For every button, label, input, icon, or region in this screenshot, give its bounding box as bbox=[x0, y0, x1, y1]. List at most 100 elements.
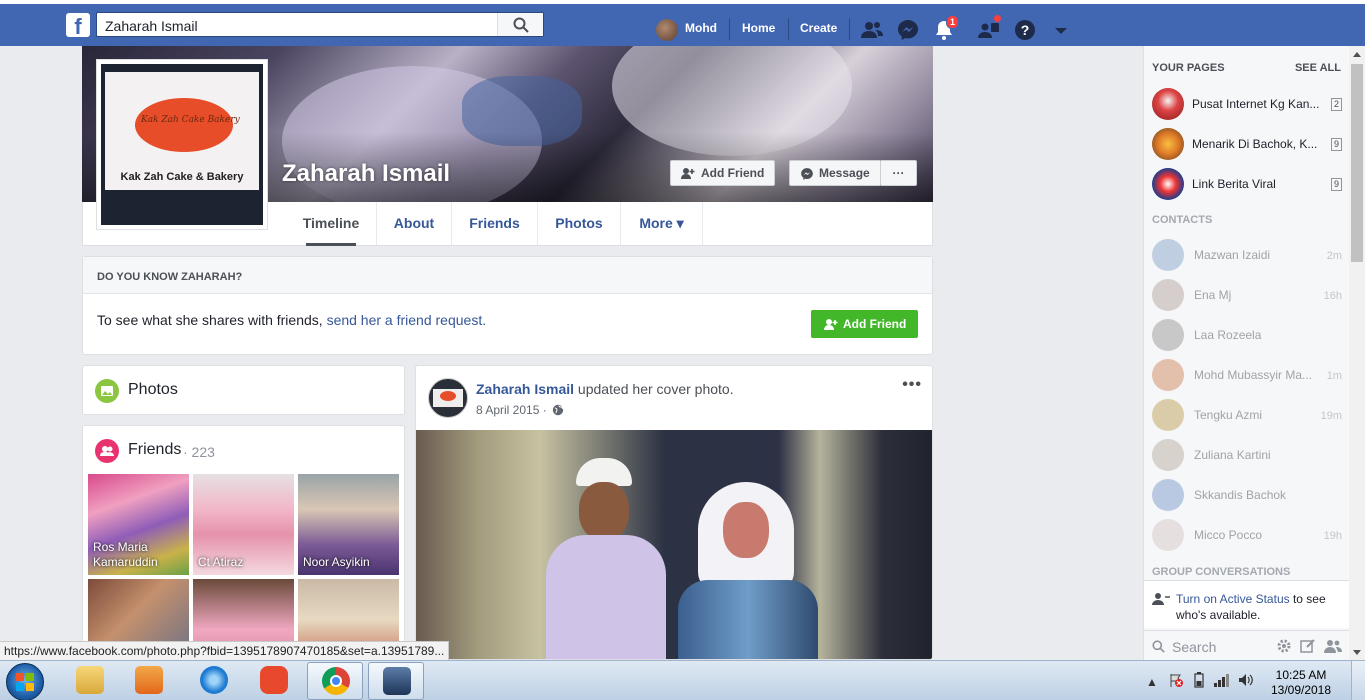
tab-friends-label: Friends bbox=[469, 215, 520, 231]
page-notification-count: 9 bbox=[1330, 178, 1342, 191]
profile-name[interactable]: Zaharah Ismail bbox=[282, 160, 450, 188]
chat-search-input[interactable]: Search bbox=[1144, 630, 1349, 660]
post-photo[interactable] bbox=[416, 430, 932, 659]
show-desktop-button[interactable] bbox=[1351, 661, 1365, 700]
photos-icon bbox=[95, 379, 119, 403]
nav-divider bbox=[788, 18, 789, 40]
contact-item[interactable]: Micco Pocco 19h bbox=[1152, 519, 1342, 551]
windows-start-button[interactable] bbox=[6, 663, 44, 700]
taskbar-chrome[interactable] bbox=[307, 662, 363, 700]
page-item[interactable]: Menarik Di Bachok, K... 9 bbox=[1152, 128, 1342, 160]
post-action: updated her cover photo. bbox=[574, 381, 734, 397]
add-friend-button[interactable]: Add Friend bbox=[670, 160, 775, 186]
friends-count: · 223 bbox=[183, 444, 215, 460]
turn-on-active-status-link[interactable]: Turn on Active Status bbox=[1176, 592, 1290, 606]
help-icon[interactable]: ? bbox=[1013, 18, 1037, 42]
friends-card-title[interactable]: Friends bbox=[128, 441, 181, 459]
battery-icon[interactable] bbox=[1194, 672, 1204, 688]
taskbar-media-player[interactable] bbox=[121, 662, 177, 700]
nav-divider bbox=[729, 18, 730, 40]
do-you-know-text: To see what she shares with friends, sen… bbox=[97, 312, 486, 328]
photo-woman-face bbox=[723, 502, 769, 558]
action-center-flag-icon[interactable] bbox=[1168, 672, 1184, 688]
do-you-know-header: DO YOU KNOW ZAHARAH? bbox=[83, 257, 932, 294]
friend-name[interactable]: Noor Asyikin bbox=[303, 555, 395, 570]
post-date-link[interactable]: 8 April 2015 · bbox=[476, 403, 547, 417]
post-author-link[interactable]: Zaharah Ismail bbox=[476, 381, 574, 397]
active-tab-indicator bbox=[306, 243, 356, 246]
contact-name: Zuliana Kartini bbox=[1194, 448, 1271, 462]
gear-icon[interactable] bbox=[1276, 638, 1292, 654]
message-button[interactable]: Message bbox=[789, 160, 881, 186]
contact-last-active: 16h bbox=[1323, 290, 1342, 302]
search-button[interactable] bbox=[497, 13, 543, 36]
taskbar-remote-desktop[interactable] bbox=[368, 662, 424, 700]
pages-feed-dot bbox=[993, 14, 1002, 23]
friend-tile[interactable]: Noor Asyikin bbox=[298, 474, 399, 575]
tab-about[interactable]: About bbox=[377, 202, 452, 245]
photos-card-title[interactable]: Photos bbox=[128, 381, 178, 399]
profile-picture[interactable]: Kak Zah Cake Bakery Kak Zah Cake & Baker… bbox=[96, 59, 268, 230]
contact-name: Mohd Mubassyir Ma... bbox=[1194, 368, 1313, 382]
do-you-know-title: DO YOU KNOW ZAHARAH? bbox=[97, 271, 243, 283]
tab-photos[interactable]: Photos bbox=[538, 202, 621, 245]
nav-home-link[interactable]: Home bbox=[742, 21, 775, 35]
tab-more[interactable]: More ▾ bbox=[621, 202, 703, 245]
contact-item[interactable]: Tengku Azmi 19m bbox=[1152, 399, 1342, 431]
post-options-button[interactable]: ••• bbox=[902, 376, 922, 394]
page-avatar bbox=[1152, 88, 1184, 120]
facebook-logo-icon[interactable]: f bbox=[66, 13, 90, 37]
volume-icon[interactable] bbox=[1238, 673, 1254, 687]
page-item[interactable]: Link Berita Viral 9 bbox=[1152, 168, 1342, 200]
page-item[interactable]: Pusat Internet Kg Kan... 2 bbox=[1152, 88, 1342, 120]
tab-timeline[interactable]: Timeline bbox=[286, 202, 377, 246]
link-preview-status-bar: https://www.facebook.com/photo.php?fbid=… bbox=[0, 641, 450, 661]
add-friend-button[interactable]: Add Friend bbox=[811, 310, 918, 338]
messenger-icon[interactable] bbox=[896, 18, 920, 42]
page-avatar bbox=[1152, 128, 1184, 160]
contact-item[interactable]: Laa Rozeela bbox=[1152, 319, 1342, 351]
contact-item[interactable]: Zuliana Kartini bbox=[1152, 439, 1342, 471]
taskbar-file-explorer[interactable] bbox=[62, 662, 118, 700]
new-group-icon[interactable] bbox=[1324, 638, 1342, 654]
add-friend-label: Add Friend bbox=[701, 166, 765, 180]
contact-item[interactable]: Ena Mj 16h bbox=[1152, 279, 1342, 311]
friend-name[interactable]: Ct Atiraz bbox=[198, 555, 290, 570]
scroll-down-arrow-icon[interactable] bbox=[1353, 650, 1361, 656]
scroll-up-arrow-icon[interactable] bbox=[1353, 51, 1361, 57]
tab-friends[interactable]: Friends bbox=[452, 202, 538, 245]
taskbar-camera-app[interactable] bbox=[246, 662, 302, 700]
send-friend-request-link[interactable]: send her a friend request. bbox=[327, 312, 487, 328]
friend-tile[interactable]: Ct Atiraz bbox=[193, 474, 294, 575]
more-options-button[interactable]: ··· bbox=[880, 160, 917, 186]
page-avatar bbox=[1152, 168, 1184, 200]
friend-name[interactable]: Ros Maria Kamaruddin bbox=[93, 540, 185, 570]
friends-card: Friends · 223 Ros Maria Kamaruddin Ct At… bbox=[82, 425, 405, 660]
contact-item[interactable]: Mohd Mubassyir Ma... 1m bbox=[1152, 359, 1342, 391]
contact-item[interactable]: Skkandis Bachok bbox=[1152, 479, 1342, 511]
windows-logo-icon bbox=[16, 673, 34, 691]
public-globe-icon bbox=[552, 404, 564, 416]
search-input[interactable]: Zaharah Ismail bbox=[96, 12, 544, 37]
contact-name: Skkandis Bachok bbox=[1194, 488, 1287, 502]
contact-item[interactable]: Mazwan Izaidi 2m bbox=[1152, 239, 1342, 271]
friend-tile[interactable]: Ros Maria Kamaruddin bbox=[88, 474, 189, 575]
post-author-avatar[interactable] bbox=[428, 378, 468, 418]
friends-icon bbox=[95, 439, 119, 463]
user-avatar[interactable] bbox=[656, 19, 678, 41]
camera-app-icon bbox=[260, 666, 288, 694]
scrollbar-thumb[interactable] bbox=[1351, 64, 1363, 262]
photos-card[interactable]: Photos bbox=[82, 365, 405, 415]
chrome-icon bbox=[322, 667, 350, 695]
system-clock[interactable]: 10:25 AM 13/09/2018 bbox=[1266, 668, 1336, 698]
friend-requests-icon[interactable] bbox=[860, 18, 884, 42]
nav-user-name[interactable]: Mohd bbox=[685, 21, 717, 35]
new-message-icon[interactable] bbox=[1300, 638, 1316, 654]
taskbar-internet-explorer[interactable] bbox=[186, 662, 242, 700]
see-all-pages-link[interactable]: SEE ALL bbox=[1295, 62, 1341, 74]
network-signal-icon[interactable] bbox=[1213, 673, 1231, 687]
nav-create-link[interactable]: Create bbox=[800, 21, 837, 35]
bakery-logo bbox=[135, 98, 233, 152]
account-menu-caret-icon[interactable] bbox=[1049, 18, 1073, 42]
tray-expand-icon[interactable]: ▲ bbox=[1146, 675, 1158, 689]
